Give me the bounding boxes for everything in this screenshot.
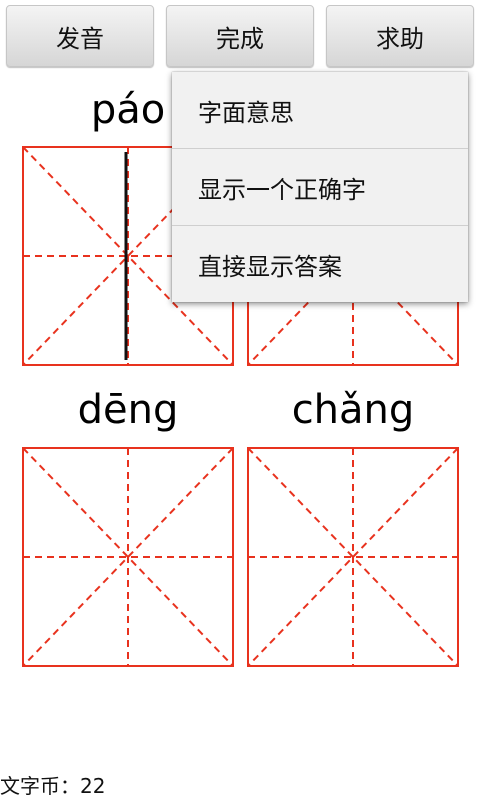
writing-cell-3[interactable] xyxy=(22,447,234,667)
writing-cell-4[interactable] xyxy=(247,447,459,667)
tianzi-grid xyxy=(22,447,234,667)
pronounce-button[interactable]: 发音 xyxy=(6,5,154,67)
tianzi-grid xyxy=(247,447,459,667)
menu-item-show-answer[interactable]: 直接显示答案 xyxy=(172,226,468,302)
toolbar: 发音 完成 求助 xyxy=(0,0,480,70)
help-button[interactable]: 求助 xyxy=(326,5,474,67)
app-screen: 发音 完成 求助 páo dēng chǎng 字面意思 显示一个正确字 直接显… xyxy=(0,0,480,800)
done-button[interactable]: 完成 xyxy=(166,5,314,67)
pinyin-label: chǎng xyxy=(291,387,415,433)
coins-counter: 文字币：22 xyxy=(0,774,106,798)
menu-item-show-one-correct-character[interactable]: 显示一个正确字 xyxy=(172,149,468,225)
pinyin-label: dēng xyxy=(77,387,179,433)
menu-item-literal-meaning[interactable]: 字面意思 xyxy=(172,72,468,148)
help-menu: 字面意思 显示一个正确字 直接显示答案 xyxy=(172,72,468,302)
